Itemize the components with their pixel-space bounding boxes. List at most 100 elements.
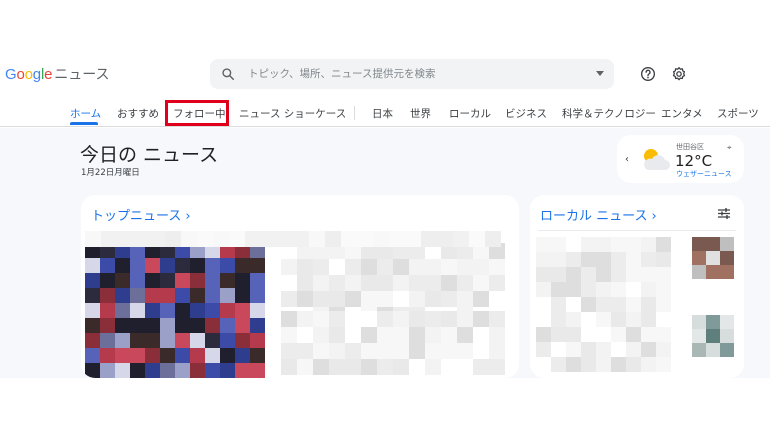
- mosaic-cell: [130, 288, 145, 303]
- help-icon[interactable]: [640, 66, 656, 82]
- mosaic-cell: [611, 357, 626, 372]
- mosaic-cell: [313, 343, 329, 359]
- partly-cloudy-icon: [644, 149, 670, 170]
- mosaic-cell: [596, 267, 611, 282]
- mosaic-cell: [425, 359, 441, 375]
- mosaic-cell: [489, 327, 505, 343]
- mosaic-cell: [297, 259, 313, 275]
- mosaic-cell: [85, 348, 100, 363]
- mosaic-cell: [551, 342, 566, 357]
- mosaic-cell: [250, 348, 265, 363]
- mosaic-cell: [115, 318, 130, 333]
- mosaic-cell: [175, 363, 190, 378]
- tab-japan[interactable]: 日本: [372, 106, 393, 121]
- tab-news-showcase[interactable]: ニュース ショーケース: [239, 106, 346, 121]
- mosaic-cell: [160, 258, 175, 273]
- mosaic-cell: [611, 342, 626, 357]
- mosaic-cell: [656, 252, 671, 267]
- mosaic-cell: [297, 291, 313, 307]
- mosaic-cell: [181, 231, 197, 247]
- mosaic-cell: [361, 343, 377, 359]
- mosaic-cell: [457, 359, 473, 375]
- mosaic-cell: [626, 267, 641, 282]
- tab-world[interactable]: 世界: [410, 106, 431, 121]
- mosaic-cell: [706, 329, 720, 343]
- tab-business[interactable]: ビジネス: [505, 106, 547, 121]
- mosaic-cell: [205, 348, 220, 363]
- tab-entertainment[interactable]: エンタメ: [661, 106, 703, 121]
- mosaic-cell: [329, 311, 345, 327]
- mosaic-cell: [377, 359, 393, 375]
- mosaic-cell: [409, 311, 425, 327]
- local-news-image[interactable]: [692, 315, 734, 357]
- mosaic-cell: [409, 291, 425, 307]
- top-news-heading[interactable]: トップニュース ›: [91, 205, 191, 224]
- mosaic-cell: [345, 359, 361, 375]
- mosaic-cell: [611, 297, 626, 312]
- mosaic-cell: [596, 237, 611, 252]
- google-news-page: Google ニュース トピック、場所、ニュース提供元を検索 ホーム おすすめ …: [0, 0, 770, 433]
- mosaic-cell: [409, 259, 425, 275]
- mosaic-cell: [345, 343, 361, 359]
- mosaic-cell: [489, 259, 505, 275]
- search-bar[interactable]: トピック、場所、ニュース提供元を検索: [210, 59, 614, 89]
- mosaic-cell: [100, 288, 115, 303]
- mosaic-cell: [235, 318, 250, 333]
- mosaic-cell: [329, 291, 345, 307]
- mosaic-cell: [641, 237, 656, 252]
- mosaic-cell: [190, 348, 205, 363]
- top-news-headline[interactable]: [281, 311, 505, 375]
- mosaic-cell: [329, 259, 345, 275]
- mosaic-cell: [611, 267, 626, 282]
- mosaic-cell: [220, 348, 235, 363]
- mosaic-cell: [190, 258, 205, 273]
- chevron-down-icon[interactable]: [596, 71, 604, 76]
- mosaic-cell: [536, 297, 551, 312]
- mosaic-cell: [377, 291, 393, 307]
- tab-recommended[interactable]: おすすめ: [117, 106, 159, 121]
- search-icon[interactable]: [221, 67, 235, 81]
- weather-widget[interactable]: ‹ 世田谷区 12°C ウェザーニュース ⌖: [617, 135, 744, 183]
- mosaic-cell: [281, 291, 297, 307]
- mosaic-cell: [373, 231, 389, 247]
- card-divider: [538, 230, 736, 231]
- mosaic-cell: [145, 348, 160, 363]
- mosaic-cell: [149, 231, 165, 247]
- mosaic-cell: [235, 333, 250, 348]
- tab-local[interactable]: ローカル: [449, 106, 491, 121]
- mosaic-cell: [566, 282, 581, 297]
- local-news-heading[interactable]: ローカル ニュース ›: [540, 205, 657, 224]
- chevron-left-icon[interactable]: ‹: [625, 154, 629, 165]
- mosaic-cell: [130, 363, 145, 378]
- mosaic-cell: [441, 291, 457, 307]
- location-icon[interactable]: ⌖: [727, 143, 732, 153]
- search-input[interactable]: トピック、場所、ニュース提供元を検索: [248, 66, 436, 81]
- mosaic-cell: [313, 327, 329, 343]
- mosaic-cell: [160, 333, 175, 348]
- mosaic-cell: [85, 231, 101, 247]
- tune-icon[interactable]: [718, 208, 730, 219]
- mosaic-cell: [85, 363, 100, 378]
- tab-science-tech[interactable]: 科学＆テクノロジー: [562, 106, 656, 121]
- local-news-headline[interactable]: [536, 237, 671, 372]
- mosaic-cell: [566, 342, 581, 357]
- mosaic-cell: [190, 273, 205, 288]
- mosaic-cell: [235, 273, 250, 288]
- page-date: 1月22日月曜日: [81, 168, 140, 178]
- mosaic-cell: [190, 288, 205, 303]
- mosaic-cell: [641, 312, 656, 327]
- top-news-image[interactable]: [85, 243, 265, 378]
- mosaic-cell: [281, 359, 297, 375]
- weather-source-link[interactable]: ウェザーニュース: [676, 169, 732, 179]
- local-news-image[interactable]: [692, 237, 734, 279]
- mosaic-cell: [145, 258, 160, 273]
- tab-home[interactable]: ホーム: [70, 106, 101, 121]
- gear-icon[interactable]: [671, 66, 687, 82]
- google-news-logo[interactable]: Google ニュース: [5, 64, 110, 86]
- mosaic-cell: [581, 312, 596, 327]
- tab-sports[interactable]: スポーツ: [717, 106, 759, 121]
- mosaic-cell: [160, 273, 175, 288]
- mosaic-cell: [100, 258, 115, 273]
- mosaic-cell: [361, 359, 377, 375]
- mosaic-cell: [293, 231, 309, 247]
